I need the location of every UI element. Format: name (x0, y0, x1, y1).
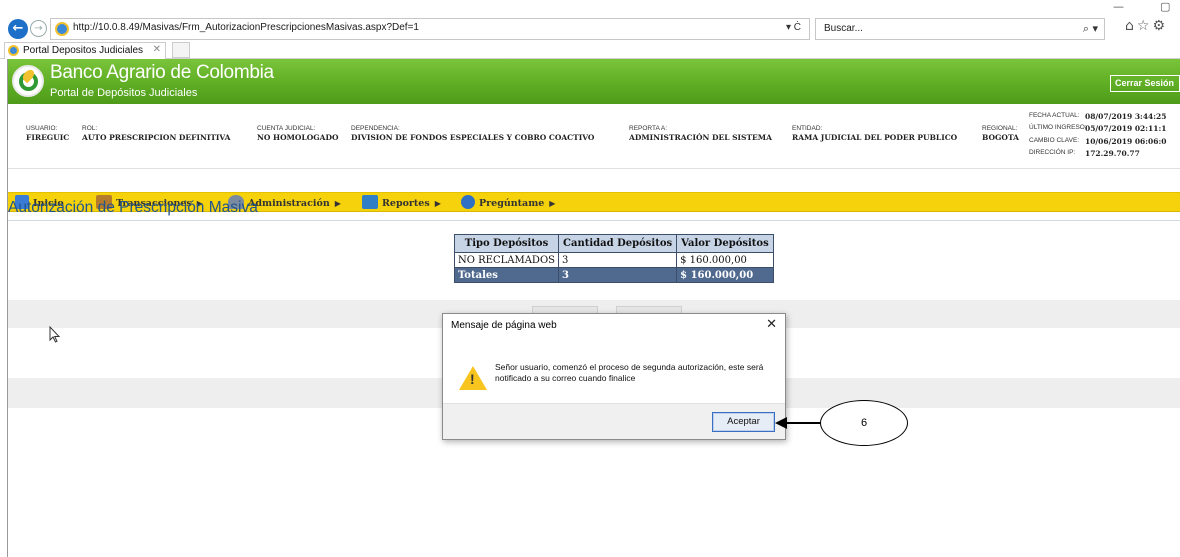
cambio-clave-label: CAMBIO CLAVE: (1029, 137, 1080, 144)
totals-cell: 3 (557, 267, 678, 283)
reporta-label: REPORTA A: (629, 125, 668, 132)
mouse-cursor-icon (49, 326, 61, 343)
table-header-row: Tipo Depósitos Cantidad Depósitos Valor … (454, 234, 774, 253)
submenu-arrow-icon: ▶ (434, 198, 441, 208)
search-icon[interactable]: ⌕ ▾ (1083, 22, 1098, 36)
search-box[interactable]: Buscar... ⌕ ▾ (815, 18, 1105, 40)
regional-label: REGIONAL: (982, 125, 1018, 132)
rol-label: ROL: (82, 125, 98, 132)
user-info-panel: USUARIO: FIREGUIC ROL: AUTO PRESCRIPCION… (8, 104, 1180, 169)
cambio-clave-value: 10/06/2019 06:06:0 (1085, 137, 1167, 146)
ie-page-icon (55, 22, 69, 36)
column-header: Cantidad Depósitos (557, 234, 678, 253)
back-arrow-icon[interactable]: ← (8, 19, 28, 39)
usuario-label: USUARIO: (26, 125, 58, 132)
dialog-title: Mensaje de página web (451, 320, 557, 331)
title-divider (8, 220, 1180, 221)
close-icon[interactable]: ✕ (766, 317, 777, 332)
help-icon (461, 195, 475, 209)
bank-logo-icon (12, 65, 44, 97)
search-input[interactable]: Buscar... (824, 23, 863, 34)
totals-cell: Totales (454, 267, 559, 283)
tab-close-icon[interactable]: ✕ (153, 44, 161, 55)
cuenta-value: NO HOMOLOGADO (257, 133, 339, 142)
maximize-icon[interactable]: ▢ (1160, 0, 1170, 13)
home-star-gear-icon[interactable]: ⌂☆⚙ (1125, 18, 1168, 34)
entidad-label: ENTIDAD: (792, 125, 823, 132)
accept-button[interactable]: Aceptar (712, 412, 775, 432)
table-cell: 3 (557, 252, 678, 268)
logout-button[interactable]: Cerrar Sesión (1110, 75, 1180, 92)
warning-mark: ! (470, 371, 475, 387)
submenu-arrow-icon: ▶ (549, 198, 556, 208)
column-header: Valor Depósitos (676, 234, 774, 253)
fecha-actual-label: FECHA ACTUAL: (1029, 112, 1080, 119)
cuenta-label: CUENTA JUDICIAL: (257, 125, 316, 132)
reporta-value: ADMINISTRACIÓN DEL SISTEMA (629, 133, 772, 142)
forward-arrow-icon[interactable]: → (30, 20, 47, 37)
table-row: NO RECLAMADOS 3 $ 160.000,00 (454, 252, 774, 268)
rol-value: AUTO PRESCRIPCION DEFINITIVA (82, 133, 231, 142)
table-cell: $ 160.000,00 (676, 252, 774, 268)
ie-tab-icon (8, 45, 19, 56)
bank-name: Banco Agrario de Colombia (50, 62, 274, 83)
entidad-value: RAMA JUDICIAL DEL PODER PUBLICO (792, 133, 958, 142)
dependencia-value: DIVISION DE FONDOS ESPECIALES Y COBRO CO… (351, 133, 595, 142)
menu-reportes-label: Reportes (382, 198, 430, 209)
arrow-head-icon (775, 417, 787, 429)
annotation-arrow (784, 422, 824, 424)
column-header: Tipo Depósitos (454, 234, 559, 253)
portal-name: Portal de Depósitos Judiciales (50, 87, 198, 99)
fecha-actual-value: 08/07/2019 3:44:25 (1085, 112, 1167, 121)
regional-value: BOGOTA (982, 133, 1019, 142)
page-title: Autorización de Prescripción Masiva (8, 199, 258, 216)
totals-cell: $ 160.000,00 (676, 267, 774, 283)
table-cell: NO RECLAMADOS (454, 252, 559, 268)
report-icon (362, 195, 378, 209)
menu-item-reportes[interactable]: Reportes ▶ (362, 195, 441, 209)
message-dialog: Mensaje de página web ✕ ! Señor usuario,… (442, 313, 786, 440)
menu-preguntame-label: Pregúntame (479, 198, 545, 209)
tab-bar: Portal Depositos Judiciales ✕ (0, 41, 1180, 59)
direccion-ip-label: DIRECCIÓN IP: (1029, 149, 1076, 156)
ultimo-ingreso-label: ÚLTIMO INGRESO: (1029, 124, 1087, 131)
submenu-arrow-icon: ▶ (334, 198, 341, 208)
deposits-table: Tipo Depósitos Cantidad Depósitos Valor … (454, 234, 774, 283)
direccion-ip-value: 172.29.70.77 (1085, 149, 1140, 158)
tab-title: Portal Depositos Judiciales (23, 45, 144, 56)
minimize-icon[interactable]: — (1113, 0, 1124, 13)
dialog-message: Señor usuario, comenzó el proceso de seg… (495, 362, 764, 383)
new-tab-button[interactable] (172, 42, 190, 58)
ultimo-ingreso-value: 05/07/2019 02:11:1 (1085, 124, 1167, 133)
dependencia-label: DEPENDENCIA: (351, 125, 400, 132)
menu-administracion-label: Administración (248, 198, 330, 209)
totals-row: Totales 3 $ 160.000,00 (454, 267, 774, 283)
usuario-value: FIREGUIC (26, 133, 70, 142)
bank-header: Banco Agrario de Colombia Portal de Depó… (8, 59, 1180, 104)
browser-toolbar: ← → http://10.0.8.49/Masivas/Frm_Autoriz… (0, 0, 1180, 40)
menu-item-preguntame[interactable]: Pregúntame ▶ (461, 195, 555, 209)
address-url[interactable]: http://10.0.8.49/Masivas/Frm_Autorizacio… (73, 22, 419, 33)
browser-tab[interactable]: Portal Depositos Judiciales ✕ (4, 42, 166, 59)
refresh-icon[interactable]: ▾ Ċ (786, 22, 801, 33)
address-bar[interactable]: http://10.0.8.49/Masivas/Frm_Autorizacio… (50, 18, 810, 40)
step-callout: 6 (820, 400, 908, 446)
